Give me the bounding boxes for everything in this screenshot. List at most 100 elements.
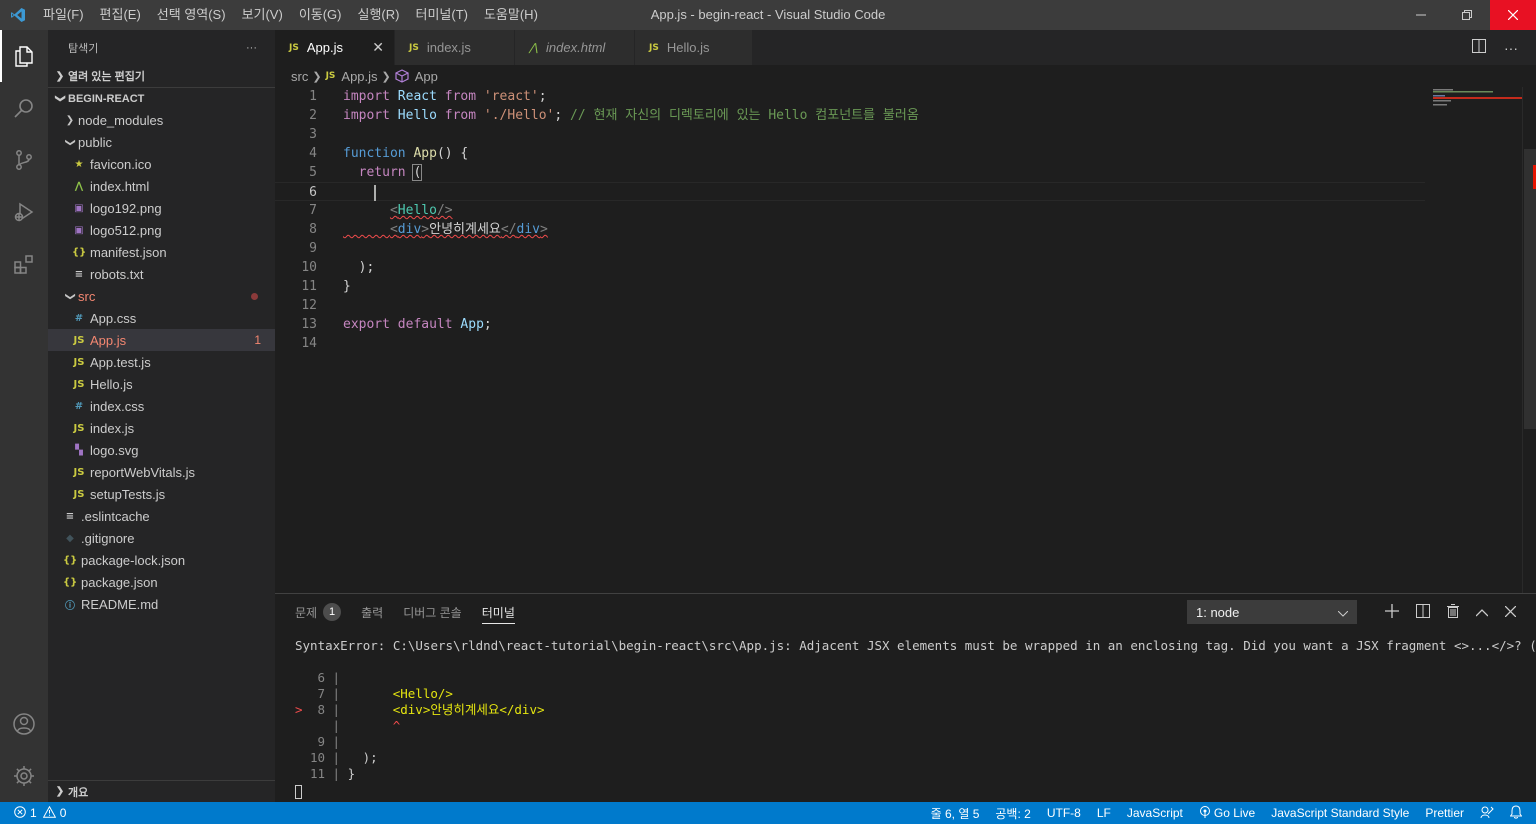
tree-item-package-lock-json[interactable]: {} package-lock.json (48, 549, 275, 571)
project-section[interactable]: ❯ BEGIN-REACT (48, 87, 275, 109)
menu-edit[interactable]: 편집(E) (92, 0, 149, 30)
scrollbar-thumb[interactable] (1524, 149, 1536, 429)
notifications-bell-icon[interactable] (1509, 804, 1523, 822)
txt-file-icon: ≡ (74, 268, 84, 280)
tree-item-index-css[interactable]: # index.css (48, 395, 275, 417)
tree-item-app-test-js[interactable]: JS App.test.js (48, 351, 275, 373)
menu-help[interactable]: 도움말(H) (476, 0, 546, 30)
breadcrumb-symbol[interactable]: App (415, 69, 438, 84)
menu-run[interactable]: 실행(R) (350, 0, 408, 30)
terminal-output[interactable]: SyntaxError: C:\Users\rldnd\react-tutori… (295, 638, 1536, 799)
tree-item-label: src (78, 288, 96, 304)
js-file-icon: JS (73, 356, 85, 368)
tree-item-readme-md[interactable]: ⓘ README.md (48, 593, 275, 615)
tree-item-app-css[interactable]: # App.css (48, 307, 275, 329)
tree-item-logo192-png[interactable]: ▣ logo192.png (48, 197, 275, 219)
tab-hello-js[interactable]: JS Hello.js (635, 30, 753, 65)
tree-item-label: .gitignore (81, 530, 135, 546)
language-mode[interactable]: JavaScript (1127, 806, 1183, 820)
chevron-right-icon: ❯ (65, 114, 75, 126)
extensions-icon[interactable] (0, 238, 48, 290)
tree-item-favicon-ico[interactable]: ★ favicon.ico (48, 153, 275, 175)
tree-item-src[interactable]: ❯ src (48, 285, 275, 307)
open-editors-section[interactable]: ❯ 열려 있는 편집기 (48, 65, 275, 87)
run-debug-icon[interactable] (0, 186, 48, 238)
feedback-icon[interactable] (1480, 805, 1494, 822)
linter-style[interactable]: JavaScript Standard Style (1271, 806, 1409, 820)
close-panel-icon[interactable] (1504, 604, 1517, 620)
tree-item-label: favicon.ico (90, 156, 152, 172)
menu-go[interactable]: 이동(G) (291, 0, 350, 30)
breadcrumb-folder[interactable]: src (291, 69, 308, 84)
breadcrumb-file[interactable]: App.js (341, 69, 377, 84)
tab-problems[interactable]: 문제 1 (295, 594, 342, 630)
code-editor[interactable]: 1 import React from 'react'; 2 import Hell… (275, 87, 1425, 587)
encoding[interactable]: UTF-8 (1047, 806, 1081, 820)
tree-item-robots-txt[interactable]: ≡ robots.txt (48, 263, 275, 285)
terminal-select[interactable]: 1: node (1187, 600, 1357, 624)
tree-item-node-modules[interactable]: ❯ node_modules (48, 109, 275, 131)
account-icon[interactable] (0, 698, 48, 750)
tab-output[interactable]: 출력 (361, 594, 383, 630)
tree-item-index-html[interactable]: ⋀ index.html (48, 175, 275, 197)
project-label: BEGIN-REACT (68, 92, 145, 105)
source-control-icon[interactable] (0, 134, 48, 186)
close-window-button[interactable] (1490, 0, 1536, 30)
tab-index-js[interactable]: JS index.js (395, 30, 515, 65)
tree-item-setuptests-js[interactable]: JS setupTests.js (48, 483, 275, 505)
tree-item-logo-svg[interactable]: ▚ logo.svg (48, 439, 275, 461)
tab-terminal[interactable]: 터미널 (481, 594, 515, 630)
tree-item-app-js[interactable]: JS App.js 1 (48, 329, 275, 351)
tree-item-gitignore[interactable]: ◆ .gitignore (48, 527, 275, 549)
status-problems[interactable]: 1 0 (0, 805, 66, 821)
tree-item-label: App.js (90, 332, 127, 348)
line-number: 8 (309, 222, 317, 237)
new-terminal-icon[interactable] (1385, 603, 1399, 621)
close-tab-icon[interactable]: ✕ (372, 39, 384, 56)
editor-scrollbar[interactable] (1522, 87, 1536, 593)
code-line: 7 <Hello/> (275, 201, 1425, 220)
tree-item-hello-js[interactable]: JS Hello.js (48, 373, 275, 395)
code-line: 11} (275, 277, 1425, 296)
outline-header[interactable]: ❯ 개요 (48, 781, 275, 802)
explorer-icon[interactable] (0, 30, 48, 82)
settings-gear-icon[interactable] (0, 750, 48, 802)
explorer-more-icon[interactable]: ··· (246, 42, 257, 54)
split-editor-icon[interactable] (1472, 39, 1486, 56)
indentation[interactable]: 공백: 2 (995, 805, 1030, 822)
tree-item-index-js[interactable]: JS index.js (48, 417, 275, 439)
more-actions-icon[interactable]: ··· (1504, 40, 1518, 56)
frame-separator: | (325, 766, 348, 781)
tree-item-logo512-png[interactable]: ▣ logo512.png (48, 219, 275, 241)
tree-item-label: package-lock.json (81, 552, 186, 568)
code-line-current: 6 (275, 182, 1425, 201)
minimize-button[interactable] (1398, 0, 1444, 30)
restore-button[interactable] (1444, 0, 1490, 30)
maximize-panel-icon[interactable] (1475, 604, 1489, 620)
split-terminal-icon[interactable] (1416, 603, 1430, 621)
frame-line-number: 10 (309, 750, 325, 765)
tree-item-eslintcache[interactable]: ≡ .eslintcache (48, 505, 275, 527)
tree-item-manifest-json[interactable]: {} manifest.json (48, 241, 275, 263)
outline-section[interactable]: ❯ 개요 (48, 780, 275, 802)
menu-terminal[interactable]: 터미널(T) (407, 0, 475, 30)
trash-icon[interactable] (1447, 603, 1459, 621)
tree-item-package-json[interactable]: {} package.json (48, 571, 275, 593)
menu-file[interactable]: 파일(F) (35, 0, 92, 30)
go-live-button[interactable]: Go Live (1199, 805, 1255, 821)
tab-debug-console[interactable]: 디버그 콘솔 (403, 594, 462, 630)
tab-index-html[interactable]: ⋀ index.html (515, 30, 635, 65)
png-file-icon: ▣ (74, 224, 84, 236)
tree-item-reportwebvitals-js[interactable]: JS reportWebVitals.js (48, 461, 275, 483)
prettier-status[interactable]: Prettier (1425, 806, 1464, 820)
code-line: 10 ); (275, 258, 1425, 277)
end-of-line[interactable]: LF (1097, 806, 1111, 820)
menu-selection[interactable]: 선택 영역(S) (149, 0, 234, 30)
tab-app-js[interactable]: JS App.js ✕ (275, 30, 395, 65)
minimap[interactable] (1430, 87, 1523, 593)
frame-code: ); (347, 750, 378, 765)
menu-view[interactable]: 보기(V) (234, 0, 291, 30)
cursor-position[interactable]: 줄 6, 열 5 (931, 805, 980, 822)
tree-item-public[interactable]: ❯ public (48, 131, 275, 153)
search-icon[interactable] (0, 82, 48, 134)
